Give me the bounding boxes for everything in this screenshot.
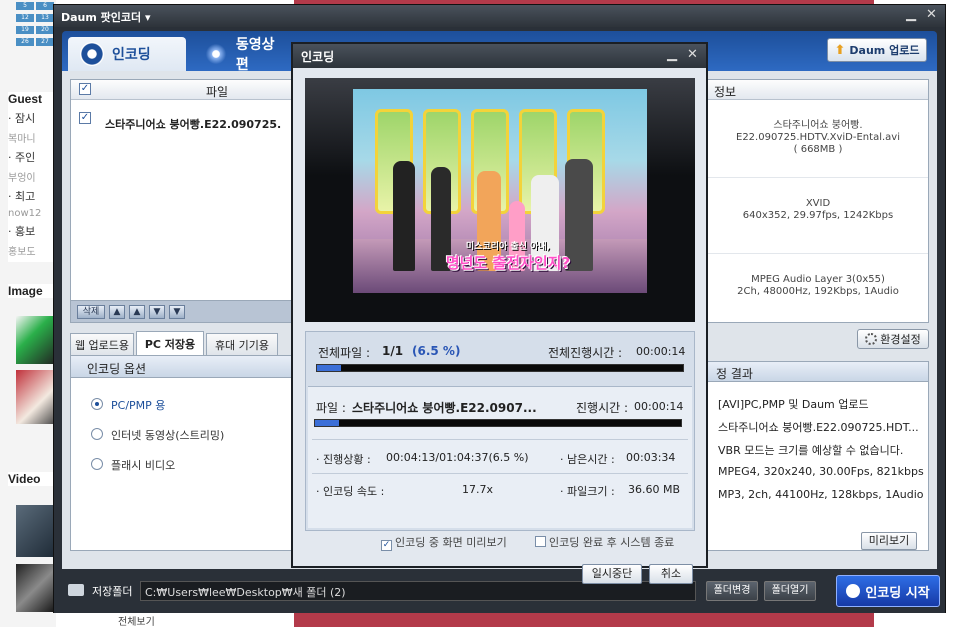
file-info-panel: 정보 스타주니어쇼 붕어빵. E22.090725.HDTV.XviD-Enta… [707, 79, 929, 323]
move-top-button[interactable]: ▲ [109, 305, 125, 319]
video-preview: 미스코리아 출신 아내, 명년도 출전자인지? [305, 78, 695, 322]
status-label: · 진행상황 : [316, 453, 371, 466]
info-file-cell: 스타주니어쇼 붕어빵. E22.090725.HDTV.XviD-Ental.a… [708, 120, 928, 178]
tab-pc-save[interactable]: PC 저장용 [136, 331, 204, 355]
info-audio-cell: MPEG Audio Layer 3(0x55) 2Ch, 48000Hz, 1… [737, 274, 899, 297]
move-up-button[interactable]: ▲ [129, 305, 145, 319]
tab-web-upload[interactable]: 웹 업로드용 [70, 333, 134, 355]
info-video-cell: XVID 640x352, 29.97fps, 1242Kbps [708, 198, 928, 254]
background-video-thumb[interactable] [16, 564, 56, 612]
progress-panel: 전체파일 : 1/1 (6.5 %) 전체진행시간 : 00:00:14 파일 … [305, 331, 695, 531]
scissors-icon [204, 42, 228, 66]
total-file-count: 1/1 [382, 344, 404, 358]
file-progress-bar [314, 419, 682, 427]
close-icon[interactable]: ✕ [926, 7, 937, 22]
film-reel-icon [80, 42, 104, 66]
background-video-section: Video [8, 472, 56, 486]
file-time-value: 00:00:14 [634, 400, 684, 413]
options-header: 인코딩 옵션 [71, 356, 294, 378]
upload-arrow-icon: ⬆ [834, 42, 846, 58]
background-video-thumb[interactable] [16, 505, 56, 557]
minimize-icon[interactable]: ▁ [906, 7, 916, 22]
film-reel-icon [846, 584, 861, 598]
settings-result-panel: 정 결과 [AVI]PC,PMP 및 Daum 업로드 스타주니어쇼 붕어빵.E… [707, 361, 929, 551]
filesize-label: · 파일크기 : [560, 485, 615, 498]
remaining-label: · 남은시간 : [560, 453, 615, 466]
pause-button[interactable]: 일시중단 [582, 564, 642, 584]
move-down-button[interactable]: ▼ [149, 305, 165, 319]
open-folder-button[interactable]: 폴더열기 [764, 581, 816, 601]
preview-button[interactable]: 미리보기 [861, 532, 917, 550]
file-checkbox[interactable]: ✓ [79, 112, 91, 124]
file-progress-section: 파일 : 스타주니어쇼 붕어빵.E22.0907... 진행시간 : 00:00… [308, 386, 692, 528]
folder-icon [68, 584, 84, 596]
speed-value: 17.7x [462, 483, 494, 496]
dialog-titlebar[interactable]: 인코딩 ▁ ✕ [293, 44, 706, 68]
total-file-label: 전체파일 : [318, 346, 371, 360]
preview-during-encoding-checkbox[interactable]: ✓ 인코딩 중 화면 미리보기 [381, 534, 507, 551]
save-path-field[interactable]: C:₩Users₩lee₩Desktop₩새 폴더 (2) [140, 581, 696, 601]
close-icon[interactable]: ✕ [687, 47, 698, 62]
background-calendar: 5 6 12 13 19 20 26 27 [16, 0, 56, 50]
shutdown-after-checkbox[interactable]: 인코딩 완료 후 시스템 종료 [535, 534, 674, 550]
speed-label: · 인코딩 속도 : [316, 485, 385, 498]
file-list-header: ✓ 파일 [71, 80, 294, 100]
background-page-sidebar: 5 6 12 13 19 20 26 27 Guest · 잠시 복마니 · 주… [0, 0, 56, 627]
background-image-thumb[interactable] [16, 370, 56, 424]
delete-button[interactable]: 삭제 [77, 305, 105, 319]
file-list-toolbar: 삭제 ▲ ▲ ▼ ▼ [71, 300, 294, 322]
checkbox-empty-icon [535, 536, 546, 547]
total-progress-bar [316, 364, 684, 372]
settings-button[interactable]: 환경설정 [857, 329, 929, 349]
background-guest-section: Guest · 잠시 복마니 · 주인 부엉이 · 최고 now12 · 홍보 … [8, 92, 56, 262]
radio-pc-pmp[interactable] [91, 398, 103, 410]
file-list-panel: ✓ 파일 ✓ 스타주니어쇼 붕어빵.E22.090725. 삭제 ▲ ▲ ▼ ▼ [70, 79, 295, 323]
current-file-name: 스타주니어쇼 붕어빵.E22.0907... [352, 401, 537, 415]
bottom-bar: 저장폴더 C:₩Users₩lee₩Desktop₩새 폴더 (2) 폴더변경 … [54, 569, 945, 613]
app-title[interactable]: Daum 팟인코더 ▾ [61, 9, 151, 25]
background-page-bottom: 전체보기 [56, 613, 958, 627]
file-label: 파일 : [316, 401, 346, 415]
tab-video-edit[interactable]: 동영상 편 [192, 37, 292, 73]
remaining-value: 00:03:34 [626, 451, 676, 464]
status-value: 00:04:13/01:04:37(6.5 %) [386, 451, 529, 464]
radio-streaming[interactable] [91, 428, 103, 440]
background-image-section: Image [8, 284, 56, 298]
gear-icon [865, 333, 878, 345]
file-time-label: 진행시간 : [576, 401, 629, 415]
main-titlebar[interactable]: Daum 팟인코더 ▾ ▁ ✕ [54, 5, 945, 27]
video-frame: 미스코리아 출신 아내, 명년도 출전자인지? [353, 89, 647, 293]
change-folder-button[interactable]: 폴더변경 [706, 581, 758, 601]
result-header: 정 결과 [708, 362, 928, 382]
file-progress-fill [315, 420, 339, 426]
total-percent: (6.5 %) [412, 344, 461, 358]
video-subtitle: 미스코리아 출신 아내, 명년도 출전자인지? [445, 242, 571, 272]
total-time-value: 00:00:14 [636, 345, 686, 358]
encoding-dialog: 인코딩 ▁ ✕ 미스코리아 출신 아내, 명년도 출전자인지? 전체파일: 1… [291, 42, 708, 584]
total-progress-fill [317, 365, 341, 371]
start-encoding-button[interactable]: 인코딩 시작 [836, 575, 940, 607]
move-bottom-button[interactable]: ▼ [169, 305, 185, 319]
tab-mobile-device[interactable]: 휴대 기기용 [206, 333, 278, 355]
cancel-button[interactable]: 취소 [649, 564, 693, 584]
radio-flash-video[interactable] [91, 458, 103, 470]
tab-encoding[interactable]: 인코딩 [68, 37, 186, 71]
info-header: 정보 [708, 80, 928, 100]
encoding-options-panel: 인코딩 옵션 PC/PMP 용 인터넷 동영상(스트리밍) 플래시 비디오 [70, 355, 295, 551]
dialog-body: 미스코리아 출신 아내, 명년도 출전자인지? 전체파일 : 1/1 (6.5 … [293, 68, 706, 584]
checkbox-checked-icon: ✓ [381, 540, 392, 551]
minimize-icon[interactable]: ▁ [667, 47, 677, 62]
daum-upload-button[interactable]: ⬆ Daum 업로드 [827, 38, 927, 62]
filesize-value: 36.60 MB [628, 483, 681, 496]
background-image-thumb[interactable] [16, 316, 56, 364]
select-all-checkbox[interactable]: ✓ [79, 83, 91, 95]
total-time-label: 전체진행시간 : [548, 346, 623, 360]
